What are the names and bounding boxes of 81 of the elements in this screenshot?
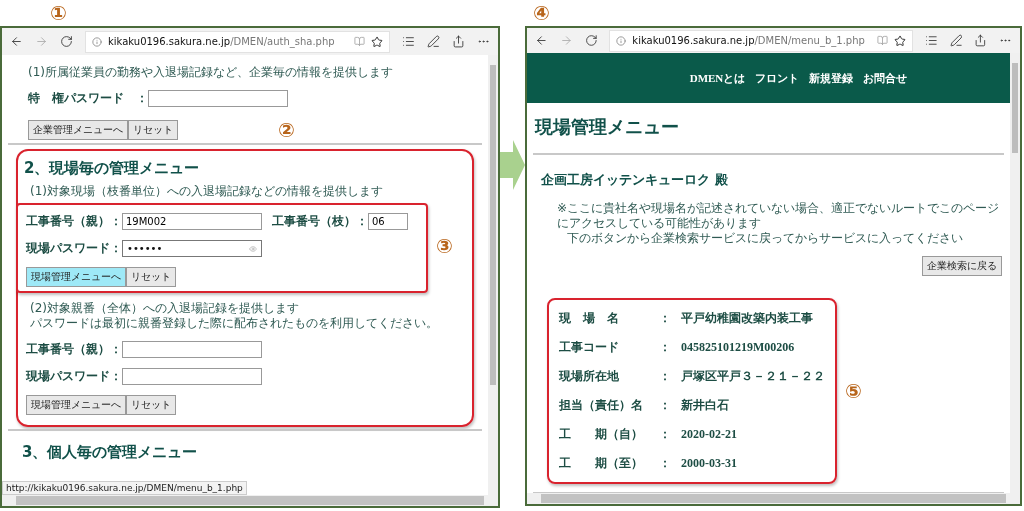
info-value: 045825101219M00206 <box>681 339 795 355</box>
submit-button[interactable]: 現場管理メニューへ <box>26 267 126 287</box>
step-marker: ③ <box>435 233 453 259</box>
field-label: 現場パスワード： <box>26 368 122 385</box>
info-label: 現場所在地 <box>559 367 620 385</box>
password-field[interactable]: •••••• <box>122 240 262 257</box>
url-path: /DMEN/auth_sha.php <box>230 36 335 47</box>
url-host: kikaku0196.sakura.ne.jp <box>632 35 755 46</box>
url-host: kikaku0196.sakura.ne.jp <box>108 36 231 47</box>
nav-link[interactable]: 新規登録 <box>809 70 854 86</box>
company-name: 企画工房イッテンキューロク 殿 <box>541 170 729 189</box>
input-field[interactable] <box>148 90 288 107</box>
submit-button[interactable]: 現場管理メニューへ <box>26 395 126 415</box>
info-icon <box>92 36 102 47</box>
pen-icon[interactable] <box>949 34 963 47</box>
reset-button[interactable]: リセット <box>126 395 176 415</box>
field-label: 工事番号（親）： <box>26 341 122 358</box>
section-note: (1)所属従業員の勤務や入退場記録など、企業毎の情報を提供します <box>28 65 394 80</box>
info-value: 戸塚区平戸３－２１－２２ <box>681 367 825 385</box>
info-label: 工 期（自） <box>559 425 644 443</box>
info-icon <box>616 35 627 46</box>
step-marker: ② <box>277 117 295 143</box>
horizontal-scrollbar[interactable] <box>527 493 1020 504</box>
reset-button[interactable]: リセット <box>128 120 178 140</box>
star-icon[interactable] <box>893 34 906 47</box>
url-path: /DMEN/menu_b_1.php <box>754 35 865 46</box>
info-value: 2000-03-31 <box>681 455 737 471</box>
info-value: 平戸幼稚園改築内装工事 <box>681 309 813 327</box>
nav-link[interactable]: お問合せ <box>863 70 908 86</box>
section-heading: 3、個人毎の管理メニュー <box>22 443 199 462</box>
colon: ： <box>659 396 672 414</box>
step-marker: ① <box>49 0 68 26</box>
notice-text: 下のボタンから企業検索サービスに戻ってからサービスに入ってください <box>567 230 964 246</box>
star-icon[interactable] <box>371 35 383 48</box>
back-icon[interactable] <box>535 34 548 47</box>
info-label: 担当（責任）名 <box>559 396 644 414</box>
colon: ： <box>659 425 672 443</box>
arrow-drawing <box>500 140 525 190</box>
info-value: 新井白石 <box>681 396 729 414</box>
refresh-icon[interactable] <box>584 34 598 47</box>
section-note: (2)対象親番（全体）への入退場記録を提供します <box>30 301 300 316</box>
back-icon[interactable] <box>10 35 23 48</box>
input-field[interactable]: 06 <box>368 213 408 230</box>
colon: ： <box>659 367 672 385</box>
field-label: 特 権パスワード ： <box>28 90 148 107</box>
refresh-icon[interactable] <box>60 35 73 48</box>
info-label: 現 場 名 <box>559 309 620 327</box>
reset-button[interactable]: リセット <box>126 267 176 287</box>
colon: ： <box>659 454 672 472</box>
input-field[interactable] <box>122 368 262 385</box>
field-label: 現場パスワード： <box>26 240 122 257</box>
colon: ： <box>659 338 672 356</box>
page-title: 現場管理メニュー <box>535 115 680 139</box>
input-field[interactable]: 19M002 <box>122 213 262 230</box>
share-icon[interactable] <box>452 35 465 48</box>
password-value: •••••• <box>127 243 163 254</box>
pen-icon[interactable] <box>427 35 440 48</box>
favorites-icon[interactable] <box>924 34 938 47</box>
favorites-icon[interactable] <box>402 35 415 48</box>
info-label: 工 期（至） <box>559 454 644 472</box>
nav-link[interactable]: DMENとは <box>689 70 746 86</box>
step-marker: ④ <box>532 0 551 26</box>
notice-text: ※ここに貴社名や現場名が記述されていない場合、適正でないルートでこのページにアクセスしている可能性があります <box>557 200 1001 231</box>
field-label: 工事番号（親）： <box>26 213 122 230</box>
nav-link[interactable]: フロント <box>755 70 800 86</box>
section-note: パスワードは最初に親番登録した際に配布されたものを利用してください。 <box>30 316 439 331</box>
address-bar[interactable]: kikaku0196.sakura.ne.jp/DMEN/menu_b_1.php <box>609 29 913 52</box>
colon: ： <box>659 309 672 327</box>
horizontal-scrollbar[interactable] <box>2 495 498 506</box>
field-label: 工事番号（枝）： <box>272 213 368 230</box>
section-note: (1)対象現場（枝番単位）への入退場記録などの情報を提供します <box>30 184 384 199</box>
info-label: 工事コード <box>559 338 620 356</box>
input-field[interactable] <box>122 341 262 358</box>
section-heading: 2、現場毎の管理メニュー <box>24 159 201 178</box>
submit-button[interactable]: 企業管理メニューへ <box>28 120 128 140</box>
step-marker: ⑤ <box>844 377 862 404</box>
address-bar[interactable]: kikaku0196.sakura.ne.jp/DMEN/auth_sha.php <box>85 30 390 53</box>
info-value: 2020-02-21 <box>681 426 737 442</box>
status-url: http://kikaku0196.sakura.ne.jp/DMEN/menu_b_1.php <box>2 481 247 495</box>
back-button[interactable]: 企業検索に戻る <box>922 255 1002 276</box>
share-icon[interactable] <box>974 34 988 47</box>
